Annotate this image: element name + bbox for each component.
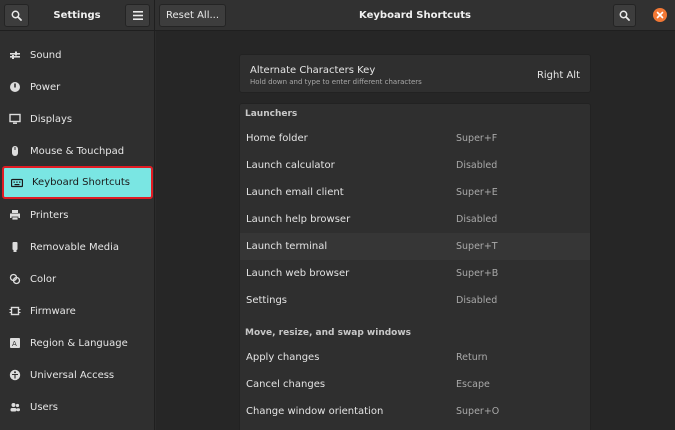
sidebar-item-label: Firmware (30, 305, 76, 317)
keyboard-icon (11, 177, 23, 189)
shortcut-row[interactable]: Cancel changes Escape (240, 371, 590, 398)
shortcut-accelerator: Super+B (456, 268, 499, 279)
shortcut-accelerator: Escape (456, 379, 490, 390)
sidebar-item-label: Power (30, 81, 61, 93)
sidebar-item-label: Mouse & Touchpad (30, 145, 125, 157)
sidebar-item-sound[interactable]: Sound (0, 39, 154, 71)
sidebar-item-power[interactable]: Power (0, 71, 154, 103)
section-heading-launchers: Launchers (245, 109, 298, 119)
shortcut-name: Launch calculator (246, 160, 335, 171)
sidebar-item-label: Universal Access (30, 369, 115, 381)
sidebar-item-label: Keyboard Shortcuts (32, 177, 130, 188)
shortcut-name: Launch web browser (246, 268, 350, 279)
shortcut-name: Settings (246, 295, 288, 306)
section-heading-move-resize: Move, resize, and swap windows (245, 328, 412, 338)
shortcut-accelerator: Super+F (456, 133, 498, 144)
search-button[interactable] (613, 4, 636, 27)
shortcut-row[interactable]: Launch calculator Disabled (240, 152, 590, 179)
shortcut-row[interactable]: Home folder Super+F (240, 125, 590, 152)
shortcut-row[interactable]: Settings Disabled (240, 287, 590, 314)
sidebar-title: Settings (53, 10, 101, 21)
users-icon (9, 401, 21, 413)
shortcut-row[interactable]: Launch web browser Super+B (240, 260, 590, 287)
sidebar-item-users[interactable]: Users (0, 391, 154, 423)
alternate-characters-value[interactable]: Right Alt (537, 70, 580, 81)
accessibility-icon (9, 369, 21, 381)
sidebar-header: Settings (0, 0, 155, 31)
menu-button[interactable] (125, 4, 150, 27)
shortcut-accelerator: Disabled (456, 160, 498, 171)
shortcut-name: Launch terminal (246, 241, 328, 252)
sidebar-item-keyboard-shortcuts[interactable]: Keyboard Shortcuts (2, 166, 153, 199)
shortcut-row[interactable]: Launch help browser Disabled (240, 206, 590, 233)
sidebar-item-color[interactable]: Color (0, 263, 154, 295)
shortcut-name: Home folder (246, 133, 308, 144)
alternate-characters-row[interactable]: Alternate Characters Key Hold down and t… (239, 54, 591, 93)
sidebar-item-firmware[interactable]: Firmware (0, 295, 154, 327)
power-icon (9, 81, 21, 93)
close-icon (656, 11, 664, 19)
shortcuts-panel: Alternate Characters Key Hold down and t… (156, 31, 675, 430)
shortcut-accelerator: Disabled (456, 295, 498, 306)
sidebar-item-removable-media[interactable]: Removable Media (0, 231, 154, 263)
sidebar-item-displays[interactable]: Displays (0, 103, 154, 135)
svg-text:A: A (12, 340, 17, 348)
search-icon (11, 10, 22, 21)
sidebar-search-button[interactable] (4, 4, 29, 27)
shortcut-row[interactable]: Change window orientation Super+O (240, 398, 590, 425)
header-bar: Settings Reset All... Keyboard Shortcuts (0, 0, 675, 31)
display-icon (9, 113, 21, 125)
shortcut-row[interactable]: Launch terminal Super+T (240, 233, 590, 260)
shortcut-name: Launch help browser (246, 214, 351, 225)
speaker-icon (9, 49, 21, 61)
shortcut-name: Cancel changes (246, 379, 326, 390)
shortcut-name: Apply changes (246, 352, 320, 363)
search-icon (619, 10, 630, 21)
page-title: Keyboard Shortcuts (359, 10, 471, 21)
sidebar-item-printers[interactable]: Printers (0, 199, 154, 231)
shortcut-accelerator: Super+T (456, 241, 498, 252)
close-button[interactable] (653, 8, 667, 22)
sidebar-item-label: Removable Media (30, 241, 120, 253)
sidebar: Sound Power Displays Mouse & Touchpad Ke… (0, 31, 155, 430)
main-header: Reset All... Keyboard Shortcuts (155, 0, 675, 31)
color-icon (9, 273, 21, 285)
usb-icon (9, 241, 21, 253)
sidebar-item-label: Printers (30, 209, 69, 221)
sidebar-item-region-language[interactable]: A Region & Language (0, 327, 154, 359)
sidebar-item-label: Region & Language (30, 337, 128, 349)
shortcuts-list: Launchers Home folder Super+F Launch cal… (239, 103, 591, 430)
region-icon: A (9, 337, 21, 349)
hamburger-menu-icon (132, 11, 143, 20)
mouse-icon (9, 145, 21, 157)
printer-icon (9, 209, 21, 221)
sidebar-item-universal-access[interactable]: Universal Access (0, 359, 154, 391)
alternate-characters-subtitle: Hold down and type to enter different ch… (250, 78, 422, 86)
sidebar-item-label: Sound (30, 49, 62, 61)
chip-icon (9, 305, 21, 317)
alternate-characters-title: Alternate Characters Key (250, 65, 376, 76)
shortcut-accelerator: Return (456, 352, 488, 363)
shortcut-accelerator: Super+O (456, 406, 500, 417)
shortcut-accelerator: Super+E (456, 187, 498, 198)
shortcut-row[interactable]: Launch email client Super+E (240, 179, 590, 206)
sidebar-item-label: Displays (30, 113, 73, 125)
shortcut-name: Change window orientation (246, 406, 384, 417)
shortcut-row[interactable]: Apply changes Return (240, 344, 590, 371)
sidebar-item-label: Color (30, 273, 57, 285)
shortcut-name: Launch email client (246, 187, 344, 198)
sidebar-item-mouse-touchpad[interactable]: Mouse & Touchpad (0, 135, 154, 167)
sidebar-item-label: Users (30, 401, 59, 413)
shortcut-accelerator: Disabled (456, 214, 498, 225)
